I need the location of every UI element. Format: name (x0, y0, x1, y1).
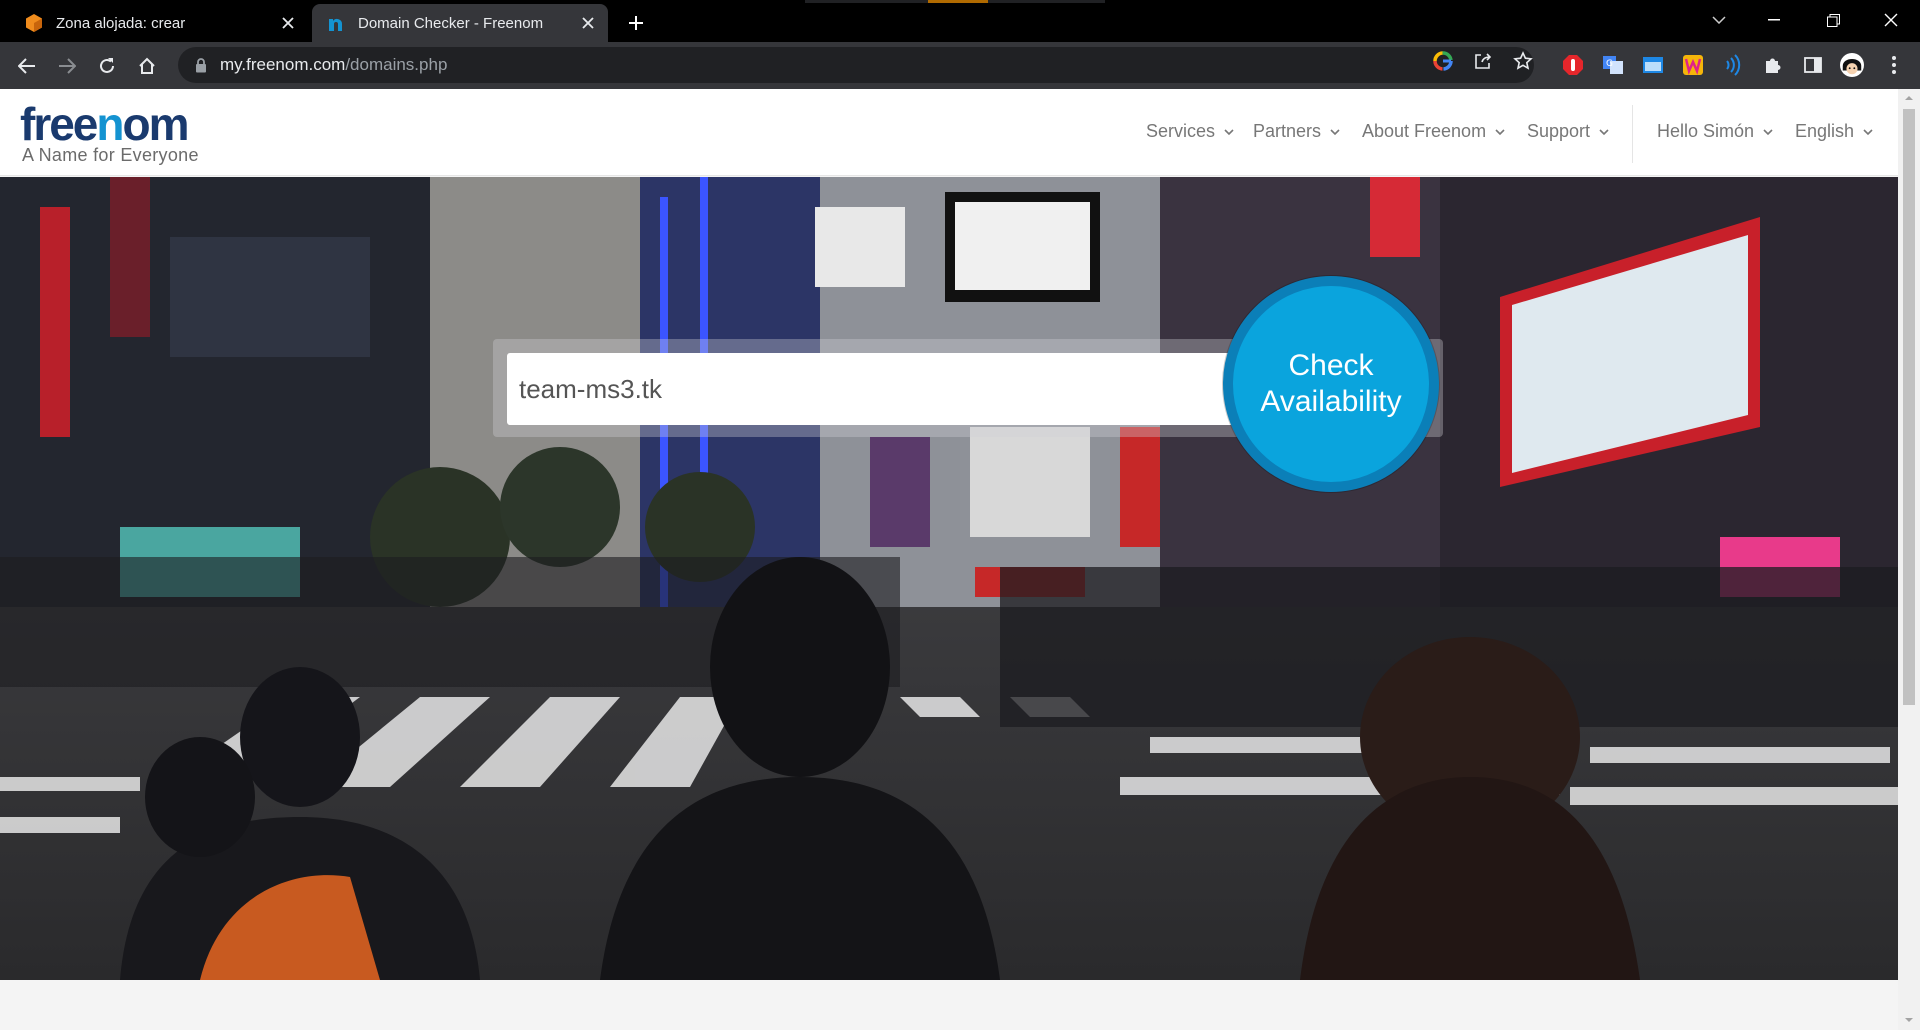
nav-about-label: About Freenom (1362, 121, 1487, 141)
chevron-down-icon (1599, 127, 1609, 137)
window-drag-accent (928, 0, 988, 3)
city-crossing-illustration (0, 177, 1898, 980)
tab-title: Domain Checker - Freenom (358, 14, 544, 32)
check-label-line2: Availability (1260, 385, 1402, 418)
freenom-logo[interactable]: freenom A Name for Everyone (20, 101, 199, 166)
site-header: freenom A Name for Everyone Services Par… (0, 89, 1898, 176)
translate-extension-icon[interactable]: G (1601, 53, 1625, 77)
nav-partners-label: Partners (1253, 121, 1322, 141)
w-extension-icon[interactable] (1681, 53, 1705, 77)
side-panel-icon[interactable] (1801, 53, 1825, 77)
close-icon[interactable] (274, 9, 302, 37)
chevron-down-icon (1495, 127, 1505, 137)
tab-domain-checker[interactable]: Domain Checker - Freenom (312, 4, 608, 42)
nav-language[interactable]: English (1795, 121, 1873, 142)
check-label-line1: Check (1288, 349, 1374, 382)
scroll-down-arrow-icon[interactable] (1904, 1015, 1914, 1025)
nav-user-menu[interactable]: Hello Simón (1657, 121, 1773, 142)
profile-avatar[interactable] (1840, 53, 1864, 77)
nav-divider (1632, 105, 1633, 163)
window-extension-icon[interactable] (1641, 53, 1665, 77)
nav-support-label: Support (1527, 121, 1591, 141)
browser-toolbar: my.freenom.com/domains.php G (0, 42, 1920, 89)
domain-search-input[interactable]: team-ms3.tk (507, 353, 1247, 425)
hero-background-image: team-ms3.tk (0, 177, 1898, 980)
url-text: my.freenom.com/domains.php (220, 55, 447, 75)
bookmark-star-icon[interactable] (1512, 50, 1534, 72)
scroll-up-arrow-icon[interactable] (1904, 93, 1914, 103)
minimize-button[interactable] (1751, 0, 1797, 40)
chevron-down-icon (1763, 127, 1773, 137)
tab-zona-alojada[interactable]: Zona alojada: crear (10, 4, 308, 42)
chevron-down-icon (1863, 127, 1873, 137)
check-availability-label: Check Availability (1260, 348, 1401, 420)
browser-menu-icon[interactable] (1882, 53, 1906, 77)
address-bar[interactable]: my.freenom.com/domains.php (178, 47, 1534, 83)
forward-button[interactable] (51, 50, 83, 82)
nav-partners[interactable]: Partners (1253, 121, 1340, 142)
tab-title: Zona alojada: crear (56, 14, 186, 32)
logo-part-free: free (20, 98, 98, 150)
browser-tabstrip: Zona alojada: crear Domain Checker - Fre… (0, 0, 1920, 42)
logo-part-om: om (122, 98, 190, 150)
puzzle-extensions-icon[interactable] (1761, 53, 1785, 77)
logo-wordmark: freenom (20, 101, 199, 147)
aws-box-icon (24, 13, 44, 33)
page-scrollbar[interactable] (1898, 89, 1920, 1030)
nav-language-label: English (1795, 121, 1855, 141)
chevron-down-icon (1224, 127, 1234, 137)
restore-button[interactable] (1810, 0, 1856, 40)
page-content-area (0, 980, 1898, 1030)
home-button[interactable] (131, 50, 163, 82)
close-icon[interactable] (574, 9, 602, 37)
svg-text:G: G (1606, 59, 1613, 69)
nav-services[interactable]: Services (1146, 121, 1234, 142)
logo-part-n: n (96, 98, 124, 150)
tab-search-button[interactable] (1696, 0, 1742, 40)
nav-services-label: Services (1146, 121, 1216, 141)
freenom-n-icon (326, 13, 346, 33)
adblock-extension-icon[interactable] (1561, 53, 1585, 77)
chevron-down-icon (1330, 127, 1340, 137)
scrollbar-thumb[interactable] (1903, 109, 1915, 705)
nav-user-label: Hello Simón (1657, 121, 1755, 141)
audio-extension-icon[interactable] (1721, 53, 1745, 77)
url-path: /domains.php (345, 55, 448, 74)
nav-support[interactable]: Support (1527, 121, 1609, 142)
new-tab-button[interactable] (620, 7, 652, 39)
reload-button[interactable] (91, 50, 123, 82)
close-window-button[interactable] (1868, 0, 1914, 40)
back-button[interactable] (11, 50, 43, 82)
share-icon[interactable] (1472, 50, 1494, 72)
lock-icon[interactable] (192, 56, 210, 74)
check-availability-button[interactable]: Check Availability (1223, 276, 1439, 492)
logo-tagline: A Name for Everyone (22, 145, 199, 165)
google-icon[interactable] (1432, 50, 1454, 72)
url-host: my.freenom.com (220, 55, 346, 74)
nav-about[interactable]: About Freenom (1362, 121, 1505, 142)
